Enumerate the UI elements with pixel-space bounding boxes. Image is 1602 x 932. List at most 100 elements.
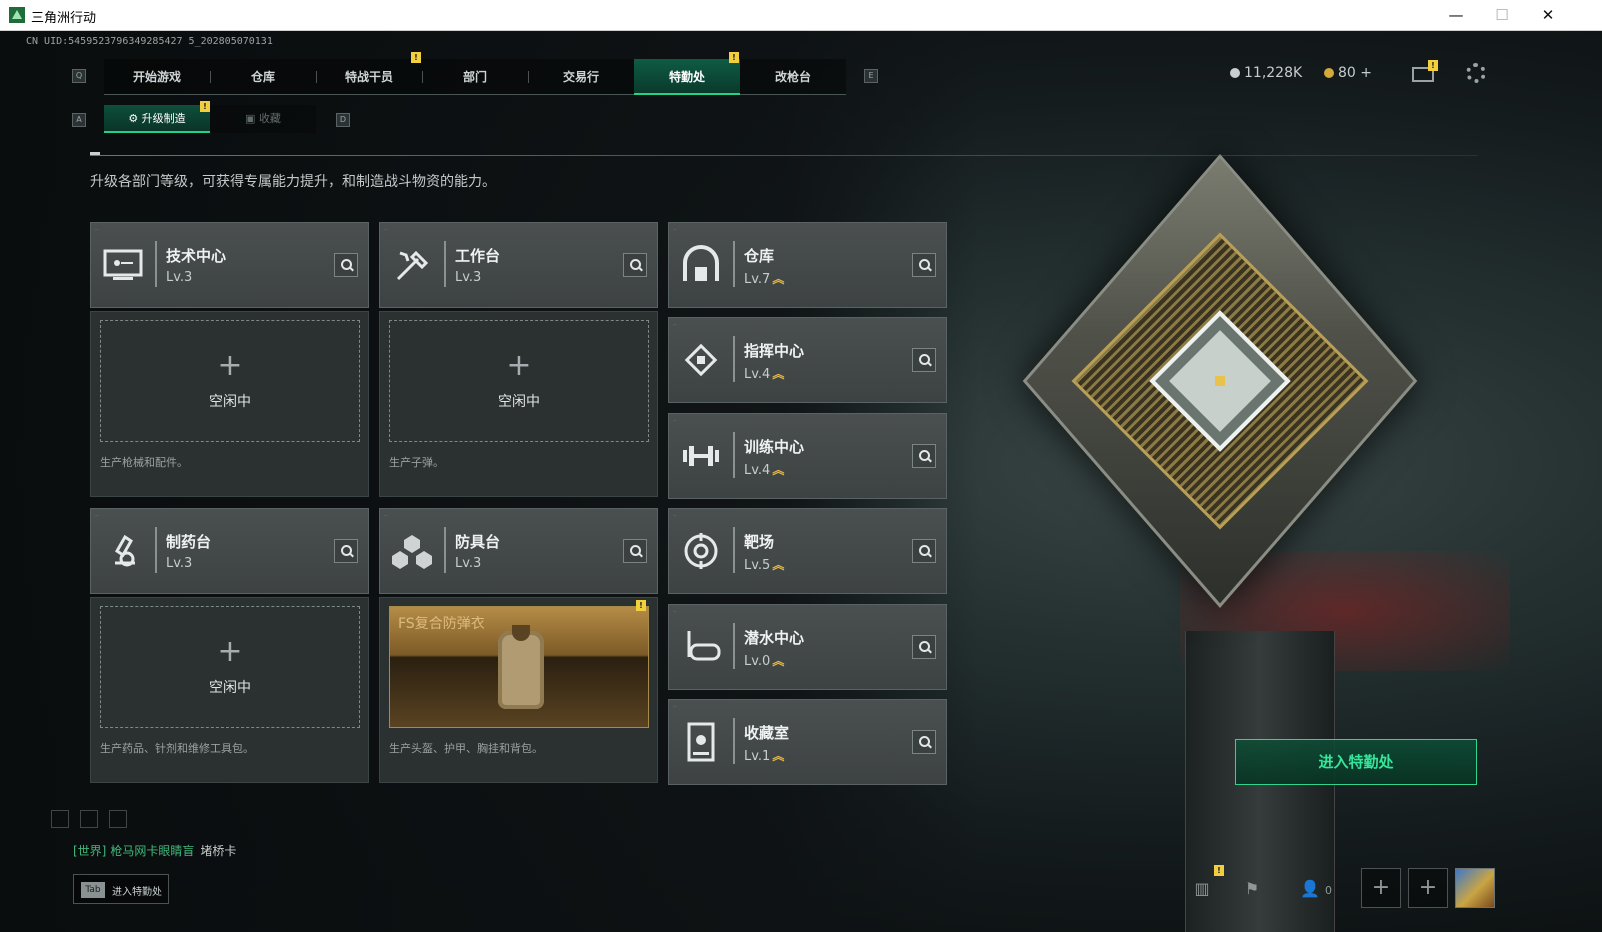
subtab-prev-key[interactable]: A <box>72 113 86 127</box>
slot-description: 生产枪械和配件。 <box>100 456 188 469</box>
slot-description: 生产头盔、护甲、胸挂和背包。 <box>389 742 543 755</box>
microscope-icon <box>101 529 145 573</box>
coin-icon <box>1230 68 1240 78</box>
slot-description: 生产子弹。 <box>389 456 444 469</box>
nav-prev-key[interactable]: Q <box>72 69 86 83</box>
ticket-balance[interactable]: 80 + <box>1324 65 1372 81</box>
subtab-collection[interactable]: ▣ 收藏 <box>210 105 316 133</box>
card-training-center[interactable]: ·· 训练中心 Lv.4 ︽ <box>668 413 947 499</box>
card-level: Lv.3 <box>455 270 482 285</box>
stats-alert-badge: ! <box>1214 865 1224 876</box>
crafting-item-slot[interactable]: FS复合防弹衣 <box>389 606 649 728</box>
chat-setting-icon[interactable] <box>109 810 127 828</box>
card-level: Lv.7 ︽ <box>744 272 785 287</box>
card-level: Lv.4 ︽ <box>744 463 785 478</box>
card-command-center[interactable]: ·· 指挥中心 Lv.4 ︽ <box>668 317 947 403</box>
card-tech-center[interactable]: ·· 技术中心 Lv.3 <box>90 222 369 308</box>
search-icon[interactable] <box>912 348 936 372</box>
settings-gear-icon[interactable] <box>1466 63 1486 83</box>
tab-gunsmith[interactable]: 改枪台 <box>740 59 846 95</box>
card-level: Lv.3 <box>166 270 193 285</box>
chat-expand-icon[interactable] <box>51 810 69 828</box>
body-armor-image <box>498 625 544 709</box>
player-avatar[interactable] <box>1455 868 1495 908</box>
add-squad-slot-button-2[interactable]: + <box>1408 868 1448 908</box>
tab-shortcut-hint[interactable]: Tab 进入特勤处 <box>73 874 169 904</box>
window-title: 三角洲行动 <box>31 11 97 26</box>
tab-trading[interactable]: 交易行 <box>528 59 634 95</box>
card-pharmacy[interactable]: ·· 制药台 Lv.3 <box>90 508 369 594</box>
idle-slot[interactable]: + 空闲中 <box>389 320 649 442</box>
close-button[interactable]: ✕ <box>1525 0 1571 31</box>
add-squad-slot-button[interactable]: + <box>1361 868 1401 908</box>
tab-start-game[interactable]: 开始游戏 <box>104 59 210 95</box>
collection-icon: ▣ <box>245 112 259 125</box>
card-diving-center[interactable]: ·· 潜水中心 Lv.0 ︽ <box>668 604 947 690</box>
special-ops-alert-badge: ! <box>729 52 739 63</box>
slot-description: 生产药品、针剂和维修工具包。 <box>100 742 254 755</box>
app-logo-icon <box>9 7 25 23</box>
plus-icon: + <box>217 634 243 669</box>
level-up-arrow-icon: ︽ <box>772 367 785 381</box>
add-ticket-button[interactable]: + <box>1360 65 1372 81</box>
department-cube-artwork <box>1020 154 1420 608</box>
tab-special-ops[interactable]: 特勤处 <box>634 59 740 95</box>
upgrade-craft-alert-badge: ! <box>200 101 210 112</box>
tab-department[interactable]: 部门 <box>422 59 528 95</box>
chat-line[interactable]: [世界] 枪马网卡眼睛盲 堵桥卡 <box>73 842 236 859</box>
upgrade-craft-icon: ⚙ <box>128 112 142 125</box>
chat-channel: [世界] <box>73 844 107 858</box>
minimize-button[interactable]: — <box>1433 0 1479 31</box>
card-armor-bench[interactable]: ·· 防具台 Lv.3 <box>379 508 658 594</box>
search-icon[interactable] <box>912 444 936 468</box>
friends-button[interactable]: 👤 0 <box>1296 877 1336 901</box>
subtab-upgrade-craft[interactable]: ⚙ 升级制造 <box>104 105 210 133</box>
search-icon[interactable] <box>912 539 936 563</box>
slot-panel-armor: FS复合防弹衣 生产头盔、护甲、胸挂和背包。 <box>379 597 658 783</box>
card-title: 训练中心 <box>744 438 805 456</box>
card-title: 靶场 <box>744 533 775 551</box>
subtab-bar: ⚙ 升级制造 ▣ 收藏 <box>104 105 316 133</box>
card-collection-room[interactable]: ·· 收藏室 Lv.1 ︽ <box>668 699 947 785</box>
search-icon[interactable] <box>334 253 358 277</box>
search-icon[interactable] <box>912 730 936 754</box>
card-title: 技术中心 <box>166 247 227 265</box>
slot-panel-tech: + 空闲中 生产枪械和配件。 <box>90 311 369 497</box>
nav-next-key[interactable]: E <box>864 69 878 83</box>
level-up-arrow-icon: ︽ <box>772 749 785 763</box>
page-description: 升级各部门等级，可获得专属能力提升，和制造战斗物资的能力。 <box>90 174 496 190</box>
chat-filter-icon[interactable] <box>80 810 98 828</box>
card-level: Lv.3 <box>455 556 482 571</box>
tab-warehouse[interactable]: 仓库 <box>210 59 316 95</box>
flag-icon[interactable]: ⚑ <box>1240 877 1264 901</box>
idle-slot[interactable]: + 空闲中 <box>100 320 360 442</box>
friends-icon: 👤 <box>1299 879 1320 898</box>
operators-alert-badge: ! <box>411 52 421 63</box>
card-range[interactable]: ·· 靶场 Lv.5 ︽ <box>668 508 947 594</box>
tab-key: Tab <box>81 882 105 898</box>
uid-text: CN UID:5459523796349285427 5_20280507013… <box>26 36 273 47</box>
stats-chart-icon[interactable]: ▥ <box>1190 877 1214 901</box>
search-icon[interactable] <box>623 539 647 563</box>
chat-message: 堵桥卡 <box>200 844 237 858</box>
coin-balance: 11,228K <box>1230 65 1302 81</box>
enter-special-ops-button[interactable]: 进入特勤处 <box>1235 739 1477 785</box>
search-icon[interactable] <box>334 539 358 563</box>
card-warehouse[interactable]: ·· 仓库 Lv.7 ︽ <box>668 222 947 308</box>
idle-label: 空闲中 <box>498 394 540 410</box>
display-case-icon <box>679 720 723 764</box>
tab-operators[interactable]: 特战干员 <box>316 59 422 95</box>
dumbbell-icon <box>679 434 723 478</box>
slot-panel-workbench: + 空闲中 生产子弹。 <box>379 311 658 497</box>
search-icon[interactable] <box>912 635 936 659</box>
search-icon[interactable] <box>623 253 647 277</box>
game-scene: CN UID:5459523796349285427 5_20280507013… <box>0 31 1602 932</box>
maximize-button[interactable]: ☐ <box>1479 0 1525 31</box>
search-icon[interactable] <box>912 253 936 277</box>
friends-count: 0 <box>1325 884 1332 897</box>
card-workbench[interactable]: ·· 工作台 Lv.3 <box>379 222 658 308</box>
subtab-next-key[interactable]: D <box>336 113 350 127</box>
card-title: 防具台 <box>455 533 501 551</box>
idle-slot[interactable]: + 空闲中 <box>100 606 360 728</box>
main-nav: 开始游戏 仓库 特战干员 部门 交易行 特勤处 改枪台 <box>104 59 846 95</box>
